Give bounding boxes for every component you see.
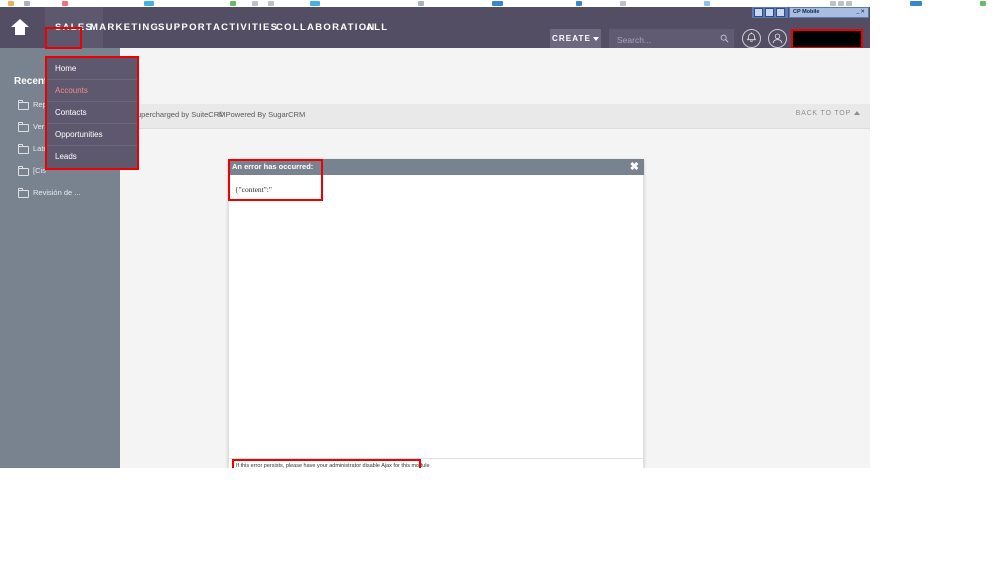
sidebar-item-label: Revisión de ... [33, 188, 81, 197]
toolbar-button-icon[interactable] [776, 8, 785, 17]
favicon [268, 1, 274, 6]
favicon [8, 1, 14, 6]
nav-item-all[interactable]: ALL [366, 7, 388, 48]
arrow-up-icon [854, 111, 860, 115]
toolbar-button-icon[interactable] [765, 8, 774, 17]
close-icon[interactable]: ✖ [630, 160, 639, 174]
error-dialog-body: {"content":" [228, 175, 644, 459]
user-avatar-icon[interactable] [768, 29, 787, 48]
dropdown-item-accounts[interactable]: Accounts [47, 80, 137, 102]
dropdown-item-contacts[interactable]: Contacts [47, 102, 137, 124]
favicon [144, 1, 154, 6]
nav-label: COLLABORATION [276, 22, 376, 33]
favicon [492, 1, 503, 6]
user-glyph [769, 30, 786, 47]
favicon [252, 1, 258, 6]
cp-mobile-window-titlebar[interactable]: CP Mobile _✕ [789, 7, 869, 18]
nav-item-collaboration[interactable]: COLLABORATION [276, 7, 376, 48]
dropdown-item-opportunities[interactable]: Opportunities [47, 124, 137, 146]
cp-mobile-window-controls[interactable]: _✕ [856, 9, 866, 15]
sidebar-item-label: Latr [33, 144, 46, 153]
folder-icon [18, 146, 29, 154]
sales-dropdown-menu: Home Accounts Contacts Opportunities Lea… [45, 56, 139, 170]
footer-sugarcrm-credit: © Powered By SugarCRM [218, 110, 305, 119]
search-input[interactable] [615, 29, 714, 50]
favicon [830, 1, 836, 6]
close-icon[interactable]: ✕ [860, 9, 866, 15]
cp-mobile-title: CP Mobile [793, 9, 820, 15]
suitecrm-app-window: SALES MARKETING SUPPORT ACTIVITIES COLLA… [0, 7, 870, 468]
home-icon [11, 19, 29, 27]
nav-item-activities[interactable]: ACTIVITIES [213, 7, 278, 48]
nav-label: SALES [55, 22, 93, 33]
favicon [620, 1, 626, 6]
nav-label: ACTIVITIES [213, 22, 278, 33]
sidebar-item-label: Ver [33, 122, 44, 131]
favicon [910, 1, 922, 6]
favicon [980, 1, 986, 6]
favicon [230, 1, 236, 6]
error-dialog-title: An error has occurred: [232, 162, 313, 171]
nav-home-button[interactable] [0, 7, 40, 48]
back-to-top-link[interactable]: BACK TO TOP [796, 110, 860, 117]
toolbar-button-icon[interactable] [754, 8, 763, 17]
browser-bookmark-bar-sliver [0, 0, 999, 7]
favicon [846, 1, 852, 6]
favicon [310, 1, 320, 6]
redacted-username-box [791, 29, 863, 49]
top-navigation-bar: SALES MARKETING SUPPORT ACTIVITIES COLLA… [0, 7, 870, 48]
error-dialog-footer: If this error persists, please have your… [228, 459, 644, 468]
sidebar-item-label: [Cis [33, 166, 46, 175]
create-button[interactable]: CREATE [550, 29, 601, 48]
nav-item-marketing[interactable]: MARKETING [90, 7, 159, 48]
create-button-label: CREATE [552, 34, 591, 43]
favicon [838, 1, 844, 6]
favicon [24, 1, 30, 6]
bell-glyph [743, 30, 760, 47]
favicon [576, 1, 582, 6]
folder-icon [18, 124, 29, 132]
search-icon [720, 34, 729, 43]
footer-suitecrm-credit: upercharged by SuiteCRM [137, 110, 225, 119]
folder-icon [18, 102, 29, 110]
nav-label: ALL [366, 22, 388, 33]
cp-mobile-toolbar [752, 7, 788, 18]
error-footer-note: If this error persists, please have your… [236, 463, 430, 468]
nav-item-support[interactable]: SUPPORT [158, 7, 213, 48]
search-box[interactable] [609, 29, 734, 48]
nav-label: SUPPORT [158, 22, 213, 33]
chevron-down-icon [593, 37, 599, 41]
favicon [704, 1, 710, 6]
favicon [418, 1, 424, 6]
error-content-text: {"content":" [235, 185, 272, 194]
favicon [62, 1, 68, 6]
bell-icon[interactable] [742, 29, 761, 48]
error-dialog-header: An error has occurred: ✖ [228, 159, 644, 175]
folder-icon [18, 168, 29, 176]
sidebar-title: Recent [14, 76, 47, 87]
nav-label: MARKETING [90, 22, 159, 33]
crm-footer-bar: upercharged by SuiteCRM © Powered By Sug… [120, 104, 870, 129]
dropdown-item-home[interactable]: Home [47, 58, 137, 80]
dropdown-item-leads[interactable]: Leads [47, 146, 137, 168]
folder-icon [18, 190, 29, 198]
back-to-top-label: BACK TO TOP [796, 110, 851, 117]
error-dialog: An error has occurred: ✖ {"content":" If… [228, 159, 644, 468]
